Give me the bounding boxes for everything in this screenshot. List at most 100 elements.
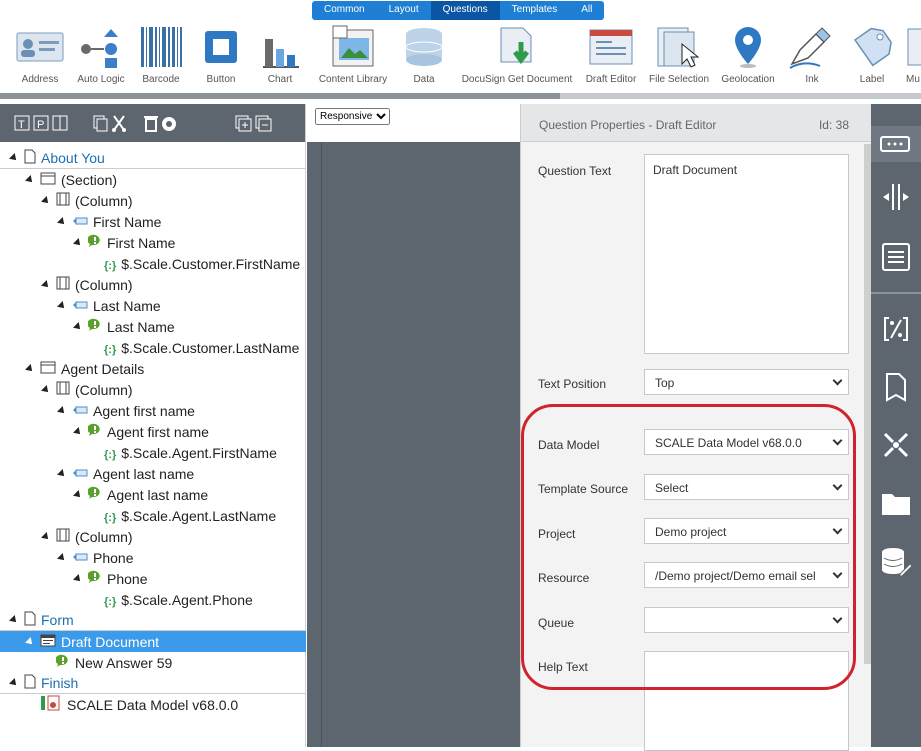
rail-divider [871,292,921,294]
tree-item[interactable]: {:} $.Scale.Agent.FirstName [0,442,306,463]
tab-common[interactable]: Common [312,1,377,20]
expand-toggle-icon[interactable] [73,489,83,500]
tree-item[interactable]: {:} $.Scale.Customer.LastName [0,337,306,358]
tree-item[interactable]: Phone [0,568,306,589]
chart-icon [257,22,303,72]
tool-button[interactable]: Button [198,22,244,85]
tool-geolocation[interactable]: Geolocation [718,22,778,85]
tree-item[interactable]: (Column) [0,274,306,295]
tab-all[interactable]: All [569,1,604,20]
rail-expand[interactable] [871,430,921,460]
chevron-down-icon [832,375,843,386]
expand-toggle-icon[interactable] [41,531,51,542]
tree-item[interactable]: Agent Details [0,358,306,379]
expand-toggle-icon[interactable] [73,426,83,437]
tool-data[interactable]: Data [399,22,449,85]
question-text-field[interactable]: Draft Document [644,154,849,354]
merge-icon [883,184,909,210]
toolbox-scroll-thumb[interactable] [0,93,560,99]
text-position-select[interactable]: Top [644,369,849,395]
page-icon [24,149,36,167]
expand-toggle-icon[interactable] [25,363,35,374]
tree-item[interactable]: New Answer 59 [0,652,306,673]
tool-auto-logic[interactable]: Auto Logic [75,22,127,85]
tool-barcode[interactable]: Barcode [138,22,184,85]
tree-item[interactable]: Agent last name [0,463,306,484]
tree-item[interactable]: {:} $.Scale.Agent.LastName [0,505,306,526]
expand-toggle-icon[interactable] [73,237,83,248]
tree-item[interactable]: First Name [0,211,306,232]
expand-toggle-icon[interactable] [57,405,67,416]
tool-multi[interactable]: Mu [906,22,921,85]
rail-list[interactable] [871,242,921,272]
tree-item[interactable]: Agent first name [0,421,306,442]
tree-item[interactable]: Draft Document [0,631,306,652]
tree-item[interactable]: Agent first name [0,400,306,421]
view-select[interactable]: Responsive [315,108,390,125]
tree-item[interactable]: (Column) [0,526,306,547]
toolbox-scrollbar[interactable] [0,93,921,99]
expand-collapse-icon[interactable] [234,114,274,132]
tree-item[interactable]: Last Name [0,316,306,337]
copy-cut-icon[interactable] [92,114,128,132]
tool-label[interactable]: Label [846,22,898,85]
rail-percent[interactable] [871,314,921,344]
tool-draft-editor[interactable]: Draft Editor [582,22,640,85]
tab-layout[interactable]: Layout [377,1,431,20]
tree-item[interactable]: {:} $.Scale.Agent.Phone [0,589,306,610]
expand-toggle-icon[interactable] [57,468,67,479]
tree-item[interactable]: Phone [0,547,306,568]
expand-toggle-icon[interactable] [25,174,35,185]
binding-icon: {:} [104,343,117,356]
canvas-sheet[interactable] [321,142,507,747]
rail-document[interactable] [871,372,921,402]
tree-item-label: $.Scale.Customer.LastName [121,339,300,356]
section-icon [40,361,56,377]
tool-docusign-get-document[interactable]: DocuSign Get Document [459,22,575,85]
folder-icon [882,494,910,515]
expand-toggle-icon[interactable] [73,321,83,332]
tool-ink[interactable]: Ink [786,22,838,85]
tree-item[interactable]: (Column) [0,190,306,211]
tree-item-label: Agent first name [93,402,195,419]
tree-item[interactable]: (Column) [0,379,306,400]
properties-panel: Question Properties - Draft Editor Id: 3… [520,104,872,751]
expand-toggle-icon[interactable] [9,678,19,688]
expand-toggle-icon[interactable] [9,615,19,625]
canvas-toolbar: Responsive [307,104,520,142]
view-mode-icon[interactable]: TP [14,114,74,132]
rail-properties[interactable] [871,126,921,162]
tree-item[interactable]: {:} $.Scale.Customer.FirstName [0,253,306,274]
expand-toggle-icon[interactable] [41,279,51,290]
tree-item[interactable]: Agent last name [0,484,306,505]
expand-toggle-icon[interactable] [25,636,35,647]
tab-templates[interactable]: Templates [500,1,570,20]
tree-item[interactable]: Finish [0,673,306,694]
expand-toggle-icon[interactable] [73,573,83,584]
tree-item-label: (Section) [61,171,118,188]
tool-file-selection[interactable]: File Selection [647,22,711,85]
rail-logic[interactable] [871,182,921,212]
tree-item[interactable]: (Section) [0,169,306,190]
expand-toggle-icon[interactable] [41,384,51,395]
expand-toggle-icon[interactable] [57,216,67,227]
expand-toggle-icon[interactable] [9,153,19,163]
tree-item[interactable]: Last Name [0,295,306,316]
tree-item[interactable]: About You [0,148,306,169]
tree-item-label: $.Scale.Customer.FirstName [121,255,301,272]
delete-hide-icon[interactable] [142,114,178,132]
expand-toggle-icon[interactable] [57,300,67,311]
tree-item[interactable]: First Name [0,232,306,253]
rail-database[interactable] [871,546,921,578]
tree-item-label: First Name [107,234,176,251]
expand-toggle-icon[interactable] [41,195,51,206]
rail-folder[interactable] [871,488,921,518]
tree-item[interactable]: SCALE Data Model v68.0.0 [0,694,306,715]
tool-content-library[interactable]: Content Library [317,22,389,85]
tool-address[interactable]: Address [14,22,66,85]
column-icon [56,381,70,398]
tree-item[interactable]: Form [0,610,306,631]
expand-toggle-icon[interactable] [57,552,67,563]
tab-questions[interactable]: Questions [430,1,500,20]
tool-chart[interactable]: Chart [257,22,303,85]
